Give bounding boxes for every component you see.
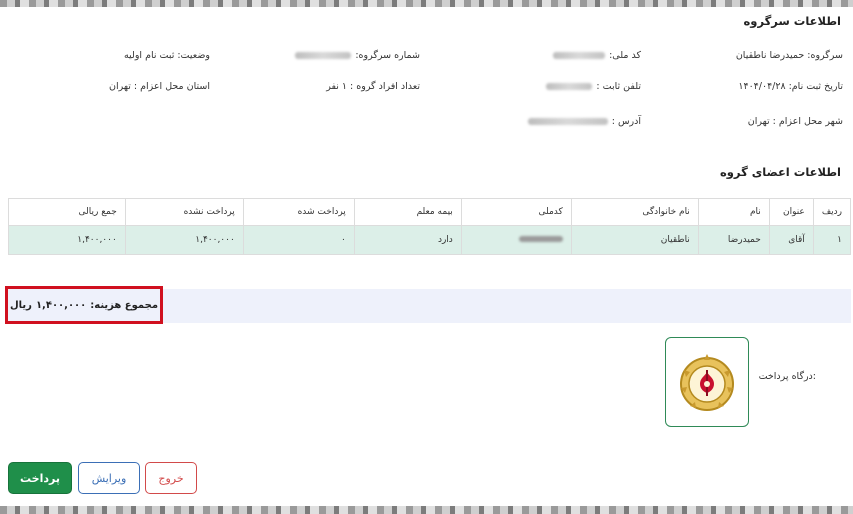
field-landline: تلفن ثابت :: [546, 81, 641, 92]
cell-unpaid: ۱,۴۰۰,۰۰۰: [124, 225, 244, 255]
field-dispatch-city: شهر محل اعزام :تهران: [748, 116, 843, 127]
bottom-edge: [0, 506, 853, 514]
top-edge: [0, 0, 853, 7]
field-value: حمیدرضا ناطقیان: [735, 50, 805, 61]
column-header-first-name: نام: [697, 198, 770, 226]
cell-total-rial: ۱,۴۰۰,۰۰۰: [8, 225, 126, 255]
exit-button[interactable]: خروج: [145, 462, 197, 494]
registration-panel: اطلاعات سرگروه سرگروه:حمیدرضا ناطقیان کد…: [0, 7, 853, 506]
total-cost-unit: ریال: [9, 299, 32, 311]
cell-paid: ۰: [242, 225, 355, 255]
field-dispatch-province: استان محل اعزام :تهران: [109, 81, 210, 92]
cell-national-code: [460, 225, 572, 255]
field-value: ثبت نام اولیه: [123, 50, 175, 61]
field-value: ۱ نفر: [326, 81, 348, 92]
field-head-name: سرگروه:حمیدرضا ناطقیان: [736, 50, 843, 61]
payment-gateway-label: درگاه پرداخت:: [758, 371, 816, 382]
field-label: تاریخ ثبت نام:: [788, 81, 843, 92]
column-header-paid: پرداخت شده: [242, 198, 355, 226]
field-label: شماره سرگروه:: [355, 50, 420, 61]
column-header-unpaid: پرداخت نشده: [124, 198, 244, 226]
total-cost-amount: ۱,۴۰۰,۰۰۰: [35, 299, 87, 311]
field-value: تهران: [109, 81, 131, 92]
column-header-teacher-insurance: بیمه معلم: [353, 198, 462, 226]
total-cost-label: مجموع هزینه:: [90, 299, 159, 311]
cell-row-number: ۱: [812, 225, 852, 255]
bank-melli-emblem-icon: [680, 354, 734, 411]
pay-button[interactable]: پرداخت: [8, 462, 72, 494]
cell-teacher-insurance: دارد: [353, 225, 462, 255]
field-label: کد ملی:: [609, 50, 641, 61]
column-header-national-code: کدملی: [460, 198, 572, 226]
masked-value: [527, 118, 608, 125]
column-header-title: عنوان: [768, 198, 814, 226]
cell-last-name: ناطقیان: [570, 225, 699, 255]
column-header-total-rial: جمع ریالی: [8, 198, 126, 226]
field-status: وضعیت:ثبت نام اولیه: [124, 50, 210, 61]
field-label: آدرس :: [611, 116, 641, 127]
field-label: تلفن ثابت :: [596, 81, 641, 92]
total-cost-highlight: مجموع هزینه: ۱,۴۰۰,۰۰۰ ریال: [5, 286, 163, 324]
table-header-row: ردیف عنوان نام نام خانوادگی کدملی بیمه م…: [8, 198, 852, 226]
field-registration-date: تاریخ ثبت نام:۱۴۰۴/۰۴/۲۸: [738, 81, 843, 92]
field-member-count: تعداد افراد گروه :۱ نفر: [326, 81, 420, 92]
cell-first-name: حمیدرضا: [697, 225, 770, 255]
table-row: ۱ آقای حمیدرضا ناطقیان دارد ۰ ۱,۴۰۰,۰۰۰ …: [8, 225, 852, 255]
column-header-last-name: نام خانوادگی: [570, 198, 699, 226]
field-label: استان محل اعزام :: [133, 81, 210, 92]
cell-title: آقای: [768, 225, 814, 255]
field-national-code: کد ملی:: [553, 50, 641, 61]
field-label: وضعیت:: [177, 50, 210, 61]
masked-value: [553, 52, 606, 59]
members-table: ردیف عنوان نام نام خانوادگی کدملی بیمه م…: [8, 198, 852, 255]
edit-button[interactable]: ویرایش: [78, 462, 140, 494]
bank-gateway-option[interactable]: [665, 337, 749, 427]
group-info-title: اطلاعات سرگروه: [743, 14, 841, 28]
field-value: تهران: [747, 116, 770, 127]
field-label: سرگروه:: [807, 50, 843, 61]
members-title: اطلاعات اعضای گروه: [719, 165, 841, 179]
masked-value: [295, 52, 352, 59]
masked-national-code: [518, 236, 563, 242]
masked-value: [546, 83, 593, 90]
field-address: آدرس :: [527, 116, 641, 127]
field-label: تعداد افراد گروه :: [350, 81, 420, 92]
field-value: ۱۴۰۴/۰۴/۲۸: [738, 81, 786, 92]
field-group-number: شماره سرگروه:: [295, 50, 420, 61]
field-label: شهر محل اعزام :: [772, 116, 843, 127]
column-header-row-number: ردیف: [812, 198, 852, 226]
